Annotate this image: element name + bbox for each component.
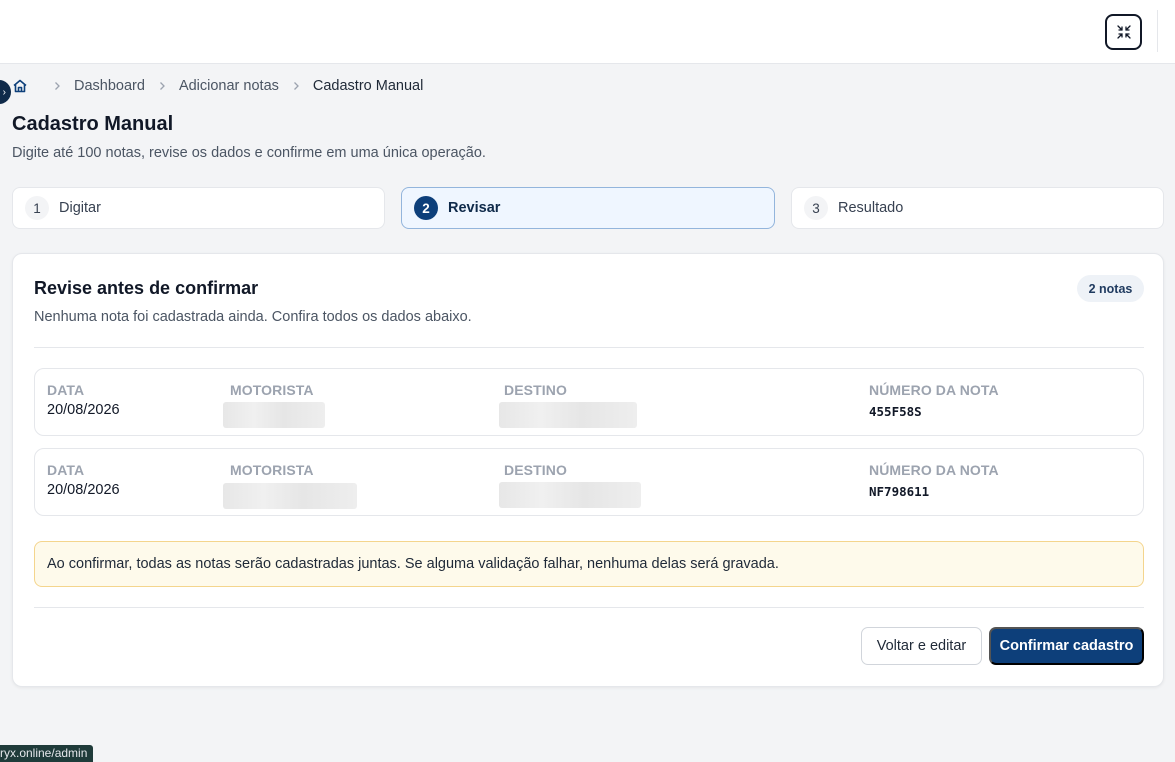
chevron-right-icon (52, 81, 62, 91)
breadcrumb-current: Cadastro Manual (312, 78, 424, 94)
step-revisar[interactable]: 2 Revisar (401, 187, 775, 229)
redacted-driver-value (223, 483, 357, 509)
confirm-button[interactable]: Confirmar cadastro (989, 627, 1144, 665)
redacted-destination-value (499, 482, 641, 508)
breadcrumb-adicionar-notas[interactable]: Adicionar notas (179, 78, 279, 94)
page-subtitle: Digite até 100 notas, revise os dados e … (12, 145, 486, 161)
review-description: Nenhuma nota foi cadastrada ainda. Confi… (34, 309, 472, 325)
driver-label: MOTORISTA (230, 462, 314, 478)
step-number: 3 (804, 196, 828, 220)
step-resultado[interactable]: 3 Resultado (791, 187, 1164, 229)
breadcrumb: Dashboard Adicionar notas Cadastro Manua… (12, 76, 423, 96)
confirmation-warning: Ao confirmar, todas as notas serão cadas… (34, 541, 1144, 587)
note-number-label: NÚMERO DA NOTA (869, 462, 999, 478)
date-label: DATA (47, 382, 85, 398)
top-bar (0, 0, 1175, 64)
note-number-field: NÚMERO DA NOTA NF798611 (869, 462, 999, 499)
step-number: 1 (25, 196, 49, 220)
chevron-right-icon (157, 81, 167, 91)
status-bar-url: ryx.online/admin (0, 745, 94, 762)
driver-field: MOTORISTA (230, 382, 314, 398)
driver-label: MOTORISTA (230, 382, 314, 398)
divider (34, 607, 1144, 608)
note-number-value: 455F58S (869, 404, 922, 419)
destination-label: DESTINO (504, 462, 567, 478)
destination-field: DESTINO (504, 382, 567, 398)
page-title: Cadastro Manual (12, 113, 174, 135)
note-number-label: NÚMERO DA NOTA (869, 382, 999, 398)
note-number-value: NF798611 (869, 484, 930, 499)
note-row: DATA 20/08/2026 MOTORISTA DESTINO NÚMERO… (34, 448, 1144, 516)
chevron-right-icon (291, 81, 301, 91)
notes-count-badge: 2 notas (1077, 275, 1144, 302)
redacted-destination-value (499, 402, 637, 428)
driver-field: MOTORISTA (230, 462, 314, 478)
step-digitar[interactable]: 1 Digitar (12, 187, 385, 229)
date-value: 20/08/2026 (47, 482, 120, 498)
step-label: Resultado (838, 200, 904, 216)
date-field: DATA 20/08/2026 (47, 462, 120, 498)
review-card: Revise antes de confirmar Nenhuma nota f… (12, 253, 1164, 687)
sidebar-toggle-button[interactable]: › (0, 80, 11, 104)
note-number-field: NÚMERO DA NOTA 455F58S (869, 382, 999, 419)
date-label: DATA (47, 462, 85, 478)
back-edit-button[interactable]: Voltar e editar (861, 627, 982, 665)
topbar-divider (1157, 10, 1158, 52)
date-value: 20/08/2026 (47, 402, 120, 418)
step-label: Digitar (59, 200, 101, 216)
breadcrumb-dashboard[interactable]: Dashboard (74, 78, 145, 94)
home-icon[interactable] (12, 78, 28, 94)
divider (34, 347, 1144, 348)
minimize-arrows-icon (1116, 25, 1131, 39)
redacted-driver-value (223, 402, 325, 428)
collapse-button[interactable] (1105, 14, 1142, 50)
step-label: Revisar (448, 200, 501, 216)
destination-label: DESTINO (504, 382, 567, 398)
date-field: DATA 20/08/2026 (47, 382, 120, 418)
chevron-right-icon: › (2, 86, 6, 98)
note-row: DATA 20/08/2026 MOTORISTA DESTINO NÚMERO… (34, 368, 1144, 436)
review-title: Revise antes de confirmar (34, 278, 259, 298)
destination-field: DESTINO (504, 462, 567, 478)
step-number: 2 (414, 196, 438, 220)
